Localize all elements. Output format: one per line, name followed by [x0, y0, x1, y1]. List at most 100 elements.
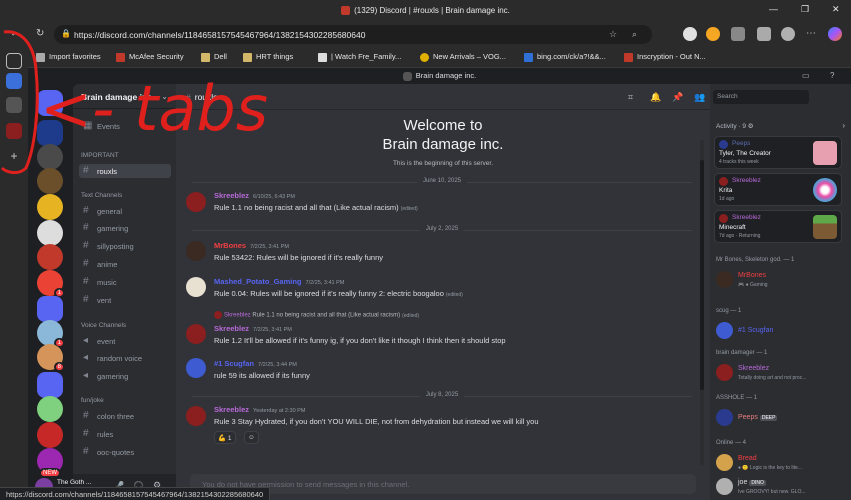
- chat-scrollbar[interactable]: [700, 140, 704, 465]
- message-author[interactable]: Skreeblez 7/2/25, 3:41 PM: [214, 324, 292, 333]
- server-icon[interactable]: [37, 120, 63, 146]
- message-author[interactable]: MrBones 7/2/25, 3:41 PM: [214, 241, 289, 250]
- chevron-right-icon[interactable]: ›: [842, 121, 845, 130]
- channel-rules[interactable]: # rules: [79, 427, 171, 441]
- avatar[interactable]: [186, 358, 206, 378]
- message-author[interactable]: Skreeblez Yesterday at 2:30 PM: [214, 405, 305, 414]
- url-bar[interactable]: 🔒 https://discord.com/channels/118465815…: [54, 25, 652, 44]
- bookmark-item[interactable]: HRT things: [243, 52, 293, 62]
- favorite-icon[interactable]: ☆: [609, 29, 617, 40]
- server-icon[interactable]: 1: [37, 320, 65, 348]
- bookmark-item[interactable]: Dell: [201, 52, 227, 62]
- threads-icon[interactable]: ⌗: [628, 92, 633, 103]
- avatar[interactable]: [186, 192, 206, 212]
- avatar[interactable]: [186, 406, 206, 426]
- server-icon[interactable]: [37, 168, 63, 194]
- bookmark-item[interactable]: New Arrivals – VOG...: [420, 52, 506, 62]
- refresh-icon[interactable]: ↻: [36, 28, 44, 39]
- close-icon[interactable]: ✕: [832, 4, 840, 15]
- avatar[interactable]: [186, 241, 206, 261]
- profile-avatar-icon[interactable]: [781, 27, 795, 41]
- bookmark-item[interactable]: McAfee Security: [116, 52, 184, 62]
- avatar[interactable]: [186, 277, 206, 297]
- server-icon[interactable]: [37, 244, 63, 270]
- server-icon[interactable]: [37, 194, 63, 220]
- member-item[interactable]: joe DINO Ive GROOVY! but new. GLO...: [716, 476, 846, 498]
- server-icon[interactable]: [37, 144, 63, 170]
- author-name[interactable]: Skreeblez: [214, 191, 249, 200]
- inbox-icon[interactable]: ▭: [802, 71, 810, 80]
- tab-favicon-icon[interactable]: [6, 97, 22, 113]
- message-author[interactable]: Mashed_Potato_Gaming 7/2/25, 3:41 PM: [214, 277, 344, 286]
- activity-card[interactable]: Skreeblez Krita 1d ago: [714, 173, 842, 206]
- channel-gamering[interactable]: # gamering: [79, 221, 171, 235]
- activity-card[interactable]: Skreeblez Minecraft 7d ago · Returning: [714, 210, 842, 243]
- category-text-channels[interactable]: Text Channels: [81, 192, 122, 199]
- category-important[interactable]: IMPORTANT: [81, 152, 119, 159]
- message-author[interactable]: Skreeblez 6/10/25, 6:43 PM: [214, 191, 295, 200]
- favorites-icon[interactable]: [757, 27, 771, 41]
- channel-sillyposting[interactable]: # sillyposting: [79, 239, 171, 253]
- channel-random-voice[interactable]: ◂ random voice: [79, 351, 171, 365]
- events-item[interactable]: ▦ Events: [79, 119, 171, 133]
- member-list-icon[interactable]: 👥: [694, 92, 705, 103]
- add-reaction-button[interactable]: ☺: [244, 431, 259, 444]
- server-icon[interactable]: [37, 296, 63, 322]
- bookmark-item[interactable]: bing.com/ck/a?!&&...: [524, 52, 606, 62]
- avatar[interactable]: [186, 324, 206, 344]
- author-name[interactable]: #1 Scugfan: [214, 359, 254, 368]
- author-name[interactable]: Skreeblez: [214, 405, 249, 414]
- bookmark-item[interactable]: | Watch Fre_Family...: [318, 52, 401, 62]
- bookmark-item[interactable]: Import favorites: [36, 52, 101, 62]
- reply-preview[interactable]: Skreeblez Rule 1.1 no being racist and a…: [214, 311, 419, 319]
- category-voice-channels[interactable]: Voice Channels: [81, 322, 126, 329]
- minimize-icon[interactable]: —: [769, 4, 778, 14]
- author-name[interactable]: MrBones: [214, 241, 246, 250]
- tab-favicon-icon[interactable]: [6, 73, 22, 89]
- activity-card[interactable]: Peeps Tyler, The Creator 4 tracks this w…: [714, 136, 842, 169]
- server-icon[interactable]: [37, 90, 63, 116]
- maximize-icon[interactable]: ❐: [801, 4, 809, 15]
- extension-icon[interactable]: [706, 27, 720, 41]
- server-icon[interactable]: [37, 396, 63, 422]
- guild-name[interactable]: Brain damage inc.: [81, 92, 154, 102]
- channel-event[interactable]: ◂ event: [79, 334, 171, 348]
- more-menu-icon[interactable]: ⋯: [806, 28, 816, 39]
- channel-colon-three[interactable]: # colon three: [79, 409, 171, 423]
- help-icon[interactable]: ?: [830, 71, 834, 80]
- tab-favicon-icon[interactable]: [6, 123, 22, 139]
- chevron-down-icon[interactable]: ⌄: [161, 92, 168, 101]
- server-icon[interactable]: [37, 422, 63, 448]
- category-fun-joke[interactable]: fun/joke: [81, 397, 104, 404]
- zoom-icon[interactable]: ⌕: [632, 29, 637, 40]
- new-tab-icon[interactable]: +: [6, 149, 22, 165]
- channel-rouxls[interactable]: # rouxls: [79, 164, 171, 178]
- server-icon[interactable]: NEW: [37, 448, 63, 478]
- member-item[interactable]: Skreeblez Totally doing art and not proc…: [716, 362, 846, 384]
- server-icon[interactable]: 8: [37, 344, 65, 372]
- search-input[interactable]: Search: [713, 90, 809, 104]
- reaction[interactable]: 💪 1: [214, 431, 236, 444]
- member-item[interactable]: MrBones 🎮 ● Gaming: [716, 269, 846, 291]
- server-icon[interactable]: [37, 372, 63, 398]
- pin-icon[interactable]: 📌: [672, 92, 683, 103]
- channel-anime[interactable]: # anime: [79, 257, 171, 271]
- bookmark-item[interactable]: Inscryption - Out N...: [624, 52, 706, 62]
- channel-general[interactable]: # general: [79, 204, 171, 218]
- channel-music[interactable]: # music: [79, 275, 171, 289]
- back-icon[interactable]: ←: [10, 28, 20, 39]
- channel-gamering-voice[interactable]: ◂ gamering: [79, 369, 171, 383]
- extension-icon[interactable]: [683, 27, 697, 41]
- member-item[interactable]: #1 Scugfan: [716, 320, 846, 342]
- copilot-icon[interactable]: [828, 27, 842, 41]
- scrollbar-thumb[interactable]: [700, 160, 704, 390]
- server-icon[interactable]: 1: [37, 270, 65, 298]
- tab-actions-icon[interactable]: [6, 53, 22, 69]
- channel-vent[interactable]: # vent: [79, 293, 171, 307]
- server-icon[interactable]: [37, 220, 63, 246]
- notification-bell-icon[interactable]: 🔔: [650, 92, 661, 103]
- member-item[interactable]: Bread ● 🙂 Logic is the key to lite...: [716, 452, 846, 474]
- channel-ooc-quotes[interactable]: # ooc-quotes: [79, 445, 171, 459]
- author-name[interactable]: Skreeblez: [214, 324, 249, 333]
- member-item[interactable]: Peeps DEEP: [716, 407, 846, 429]
